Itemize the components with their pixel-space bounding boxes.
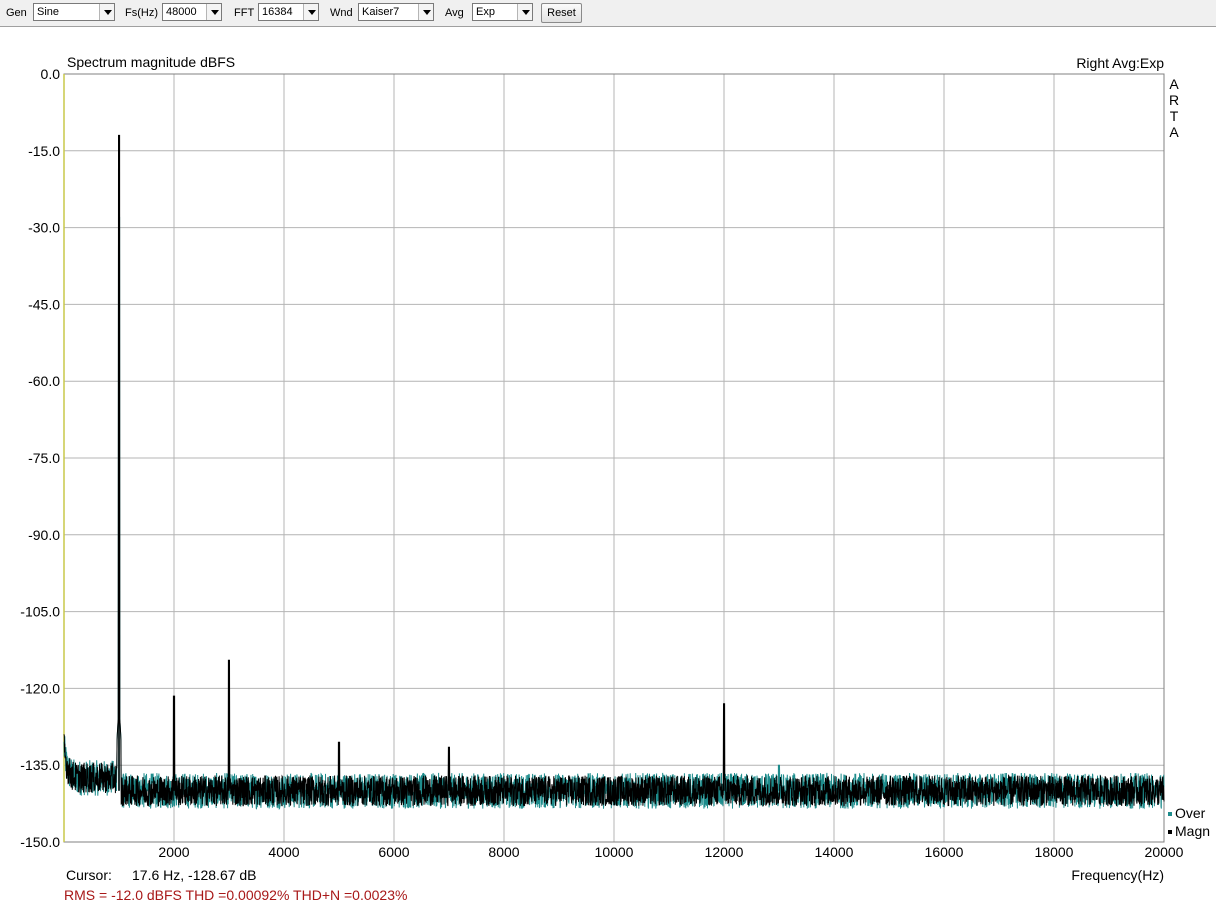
wnd-label: Wnd: [330, 7, 353, 19]
averaging-select[interactable]: Exp: [472, 3, 533, 21]
legend-label: Magn: [1175, 823, 1210, 839]
sample-rate-select[interactable]: 48000: [162, 3, 222, 21]
y-tick-label: -30.0: [28, 220, 60, 236]
window-select[interactable]: Kaiser7: [358, 3, 434, 21]
x-tick-label: 2000: [158, 844, 189, 860]
x-axis-label: Frequency(Hz): [1071, 867, 1164, 883]
x-tick-label: 8000: [488, 844, 519, 860]
legend-swatch: [1168, 812, 1172, 816]
y-tick-label: -90.0: [28, 527, 60, 543]
chart-title: Spectrum magnitude dBFS: [67, 54, 236, 70]
y-tick-label: -135.0: [20, 757, 60, 773]
reset-button[interactable]: Reset: [541, 3, 582, 23]
cursor-readout: 17.6 Hz, -128.67 dB: [132, 867, 257, 883]
side-logo-letter: A: [1169, 76, 1179, 92]
chevron-down-icon[interactable]: [517, 4, 532, 20]
chevron-down-icon[interactable]: [99, 4, 114, 20]
side-logo-letter: T: [1170, 108, 1179, 124]
x-tick-label: 14000: [815, 844, 854, 860]
measurement-stats: RMS = -12.0 dBFS THD =0.00092% THD+N =0.…: [64, 887, 408, 903]
x-tick-label: 6000: [378, 844, 409, 860]
fft-size-select[interactable]: 16384: [258, 3, 319, 21]
gen-label: Gen: [6, 7, 27, 19]
legend-swatch: [1168, 830, 1172, 834]
y-tick-label: -105.0: [20, 604, 60, 620]
generator-select[interactable]: Sine: [33, 3, 115, 21]
spectrum-chart[interactable]: 2000 4000 6000 8000 10000 12000 14000 16000 1800…: [0, 27, 1216, 903]
side-logo-letter: A: [1169, 124, 1179, 140]
side-logo-letter: R: [1169, 92, 1179, 108]
y-tick-label: -45.0: [28, 296, 60, 312]
y-tick-label: -75.0: [28, 450, 60, 466]
y-tick-label: -150.0: [20, 834, 60, 850]
cursor-label: Cursor:: [66, 867, 112, 883]
fft-label: FFT: [234, 7, 255, 19]
legend-label: Over: [1175, 805, 1206, 821]
x-tick-label: 18000: [1035, 844, 1074, 860]
window-value: Kaiser7: [362, 6, 400, 18]
chevron-down-icon[interactable]: [418, 4, 433, 20]
x-tick-label: 16000: [925, 844, 964, 860]
chevron-down-icon[interactable]: [303, 4, 318, 20]
x-tick-label: 12000: [705, 844, 744, 860]
y-tick-label: -15.0: [28, 143, 60, 159]
spectrum-plot-area[interactable]: 2000 4000 6000 8000 10000 12000 14000 16000 1800…: [0, 27, 1216, 903]
sample-rate-value: 48000: [166, 6, 197, 18]
x-tick-label: 10000: [595, 844, 634, 860]
averaging-value: Exp: [476, 6, 495, 18]
y-tick-label: -120.0: [20, 680, 60, 696]
x-tick-label: 4000: [268, 844, 299, 860]
channel-info: Right Avg:Exp: [1076, 55, 1164, 71]
x-tick-label: 20000: [1145, 844, 1184, 860]
chevron-down-icon[interactable]: [206, 4, 221, 20]
fs-label: Fs(Hz): [125, 7, 158, 19]
fft-size-value: 16384: [262, 6, 293, 18]
y-tick-label: 0.0: [41, 66, 61, 82]
avg-label: Avg: [445, 7, 464, 19]
toolbar: Gen Sine Fs(Hz) 48000 FFT 16384 Wnd Kais…: [0, 0, 1216, 27]
y-tick-label: -60.0: [28, 373, 60, 389]
generator-value: Sine: [37, 6, 60, 18]
